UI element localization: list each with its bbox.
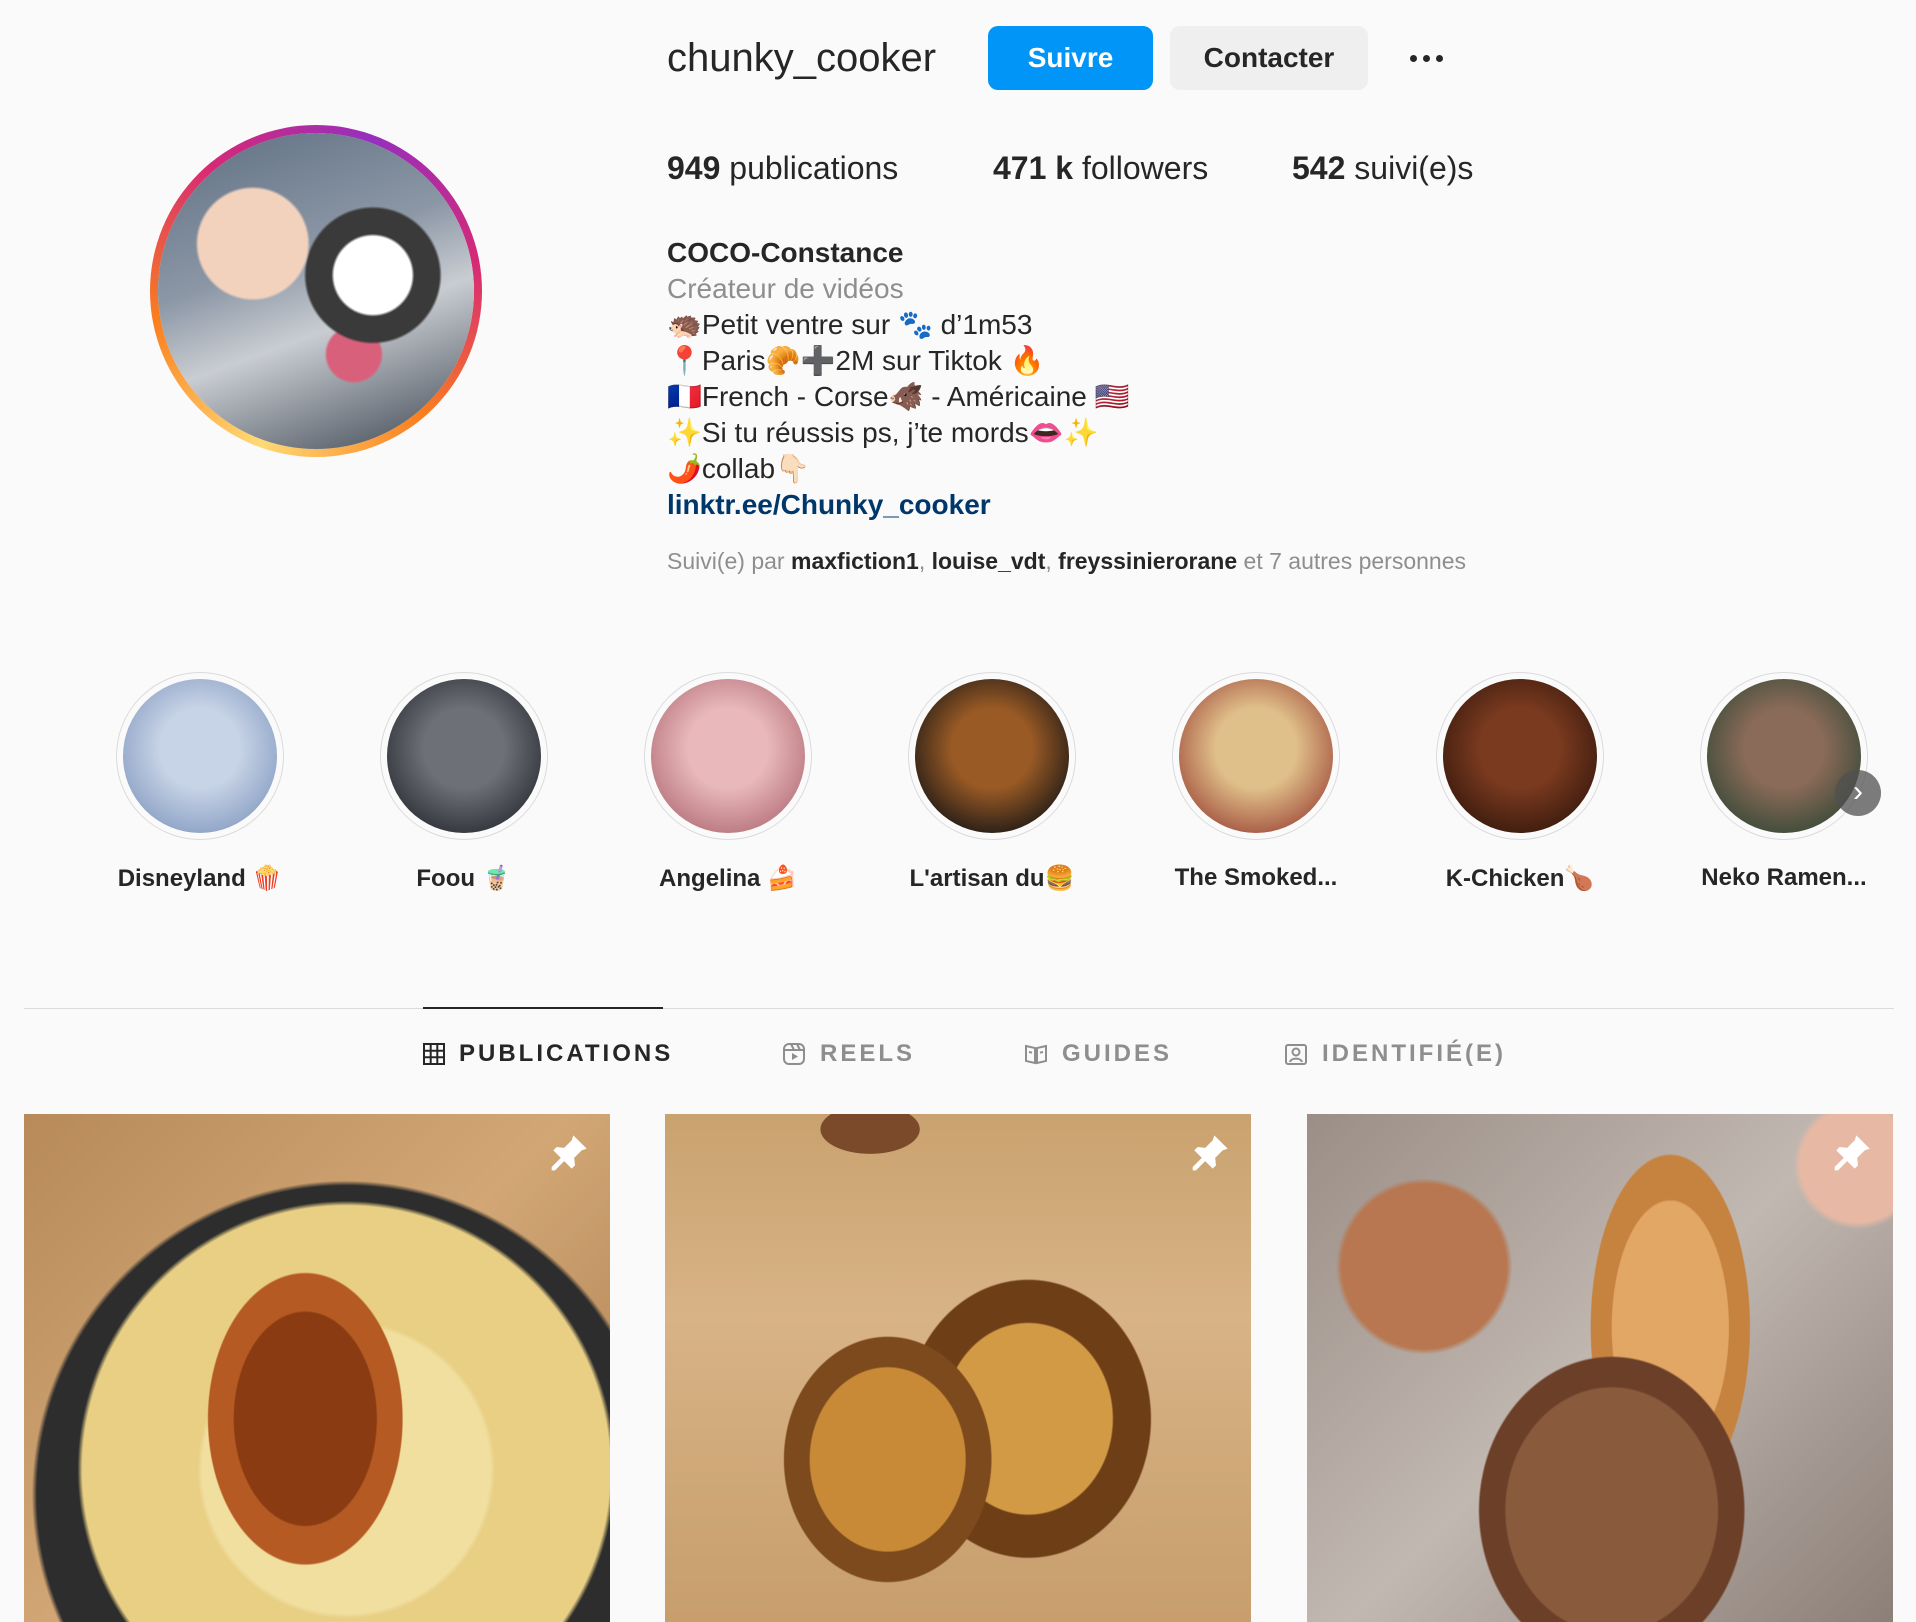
highlight-cover <box>1443 679 1597 833</box>
highlight-label: Foou 🧋 <box>416 865 512 892</box>
profile-avatar[interactable] <box>150 125 482 457</box>
highlight-cover <box>123 679 277 833</box>
post-thumbnail[interactable] <box>1307 1114 1893 1622</box>
bio-line: 🌶️collab👇🏻 <box>667 453 810 484</box>
followers-count: 471 k <box>993 150 1074 186</box>
bio-line: 📍Paris🥐➕2M sur Tiktok 🔥 <box>667 345 1045 376</box>
stat-following[interactable]: 542 suivi(e)s <box>1292 150 1473 187</box>
highlight-label: L'artisan du🍔 <box>909 865 1075 892</box>
bio-line: 🇫🇷French - Corse🐗 - Américaine 🇺🇸 <box>667 381 1130 412</box>
pin-icon <box>551 1135 587 1171</box>
pin-icon <box>1834 1135 1870 1171</box>
highlight-label: Angelina 🍰 <box>659 865 797 892</box>
highlight-cover <box>915 679 1069 833</box>
tab-reels[interactable]: REELS <box>782 1040 915 1068</box>
follow-button[interactable]: Suivre <box>988 26 1153 90</box>
tab-tagged[interactable]: IDENTIFIÉ(E) <box>1284 1040 1506 1068</box>
more-options-icon[interactable] <box>1400 40 1452 76</box>
bio-line: ✨Si tu réussis ps, j’te mords👄✨ <box>667 417 1099 448</box>
following-label: suivi(e)s <box>1354 150 1474 186</box>
highlight-cover <box>1707 679 1861 833</box>
active-tab-indicator <box>423 1007 663 1009</box>
highlight-label: K-Chicken🍗 <box>1445 865 1595 892</box>
followed-by-prefix: Suivi(e) par <box>667 548 785 574</box>
highlight-kchicken[interactable]: K-Chicken🍗 <box>1415 672 1625 893</box>
story-highlights: Disneyland 🍿 Foou 🧋 Angelina 🍰 L'artisan… <box>95 672 1895 912</box>
bio-line: 🦔Petit ventre sur 🐾 d’1m53 <box>667 309 1033 340</box>
profile-category: Créateur de vidéos <box>667 273 904 304</box>
pin-icon <box>1192 1135 1228 1171</box>
highlight-label: Neko Ramen... <box>1701 864 1867 891</box>
tabs-divider <box>24 1008 1894 1009</box>
posts-label: publications <box>729 150 899 186</box>
following-count: 542 <box>1292 150 1346 186</box>
contact-button[interactable]: Contacter <box>1170 26 1368 90</box>
tab-label: REELS <box>820 1040 916 1067</box>
stat-posts: 949 publications <box>667 150 898 187</box>
chevron-right-icon[interactable]: › <box>1835 770 1881 816</box>
followers-label: followers <box>1081 150 1209 186</box>
display-name: COCO-Constance <box>667 237 904 268</box>
followed-by-suffix: et 7 autres personnes <box>1243 548 1467 574</box>
post-thumbnail[interactable] <box>665 1114 1251 1622</box>
tab-label: GUIDES <box>1062 1040 1173 1067</box>
highlight-disneyland[interactable]: Disneyland 🍿 <box>95 672 305 893</box>
bio-link[interactable]: linktr.ee/Chunky_cooker <box>667 489 991 520</box>
profile-bio: COCO-Constance Créateur de vidéos 🦔Petit… <box>667 235 1667 523</box>
tab-publications[interactable]: PUBLICATIONS <box>423 1040 673 1068</box>
highlight-label: Disneyland 🍿 <box>117 865 283 892</box>
tab-label: IDENTIFIÉ(E) <box>1322 1040 1506 1067</box>
reels-icon <box>783 1043 805 1065</box>
highlight-angelina[interactable]: Angelina 🍰 <box>623 672 833 893</box>
follower-username[interactable]: louise_vdt <box>932 548 1046 574</box>
highlight-foou[interactable]: Foou 🧋 <box>359 672 569 893</box>
avatar-photo <box>158 133 474 449</box>
highlight-cover <box>651 679 805 833</box>
highlight-cover <box>1179 679 1333 833</box>
tab-guides[interactable]: GUIDES <box>1024 1040 1172 1068</box>
profile-username: chunky_cooker <box>667 36 937 80</box>
posts-count: 949 <box>667 150 721 186</box>
highlight-cover <box>387 679 541 833</box>
highlight-artisan[interactable]: L'artisan du🍔 <box>887 672 1097 893</box>
tagged-icon <box>1285 1044 1307 1065</box>
follower-username[interactable]: maxfiction1 <box>791 548 919 574</box>
tab-label: PUBLICATIONS <box>459 1040 674 1067</box>
guides-icon <box>1025 1044 1047 1065</box>
post-thumbnail[interactable] <box>24 1114 610 1622</box>
highlight-label: The Smoked... <box>1174 864 1338 891</box>
follower-username[interactable]: freyssinierorane <box>1058 548 1237 574</box>
highlight-smoked[interactable]: The Smoked... <box>1151 672 1361 892</box>
followed-by[interactable]: Suivi(e) par maxfiction1, louise_vdt, fr… <box>667 548 1466 575</box>
stat-followers[interactable]: 471 k followers <box>993 150 1208 187</box>
grid-icon <box>423 1043 445 1065</box>
